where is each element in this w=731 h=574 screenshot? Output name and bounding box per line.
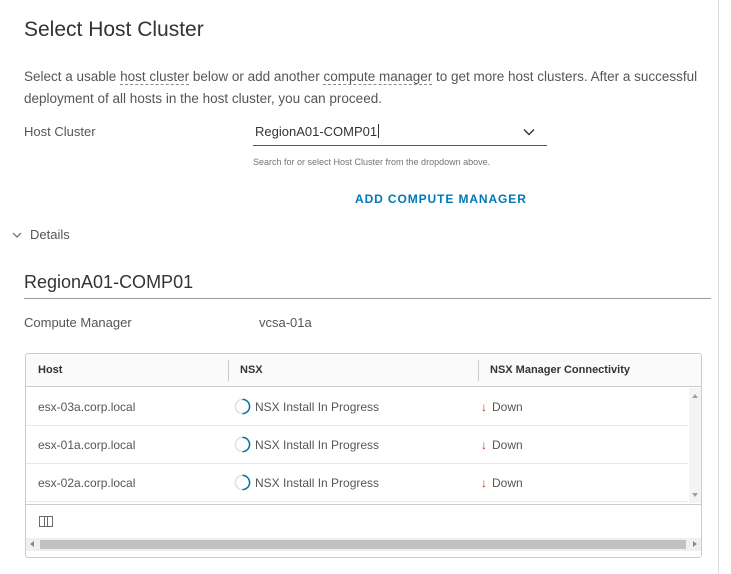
connectivity-text: Down (492, 476, 523, 490)
spinner-icon (234, 474, 251, 491)
cluster-details-title: RegionA01-COMP01 (24, 272, 194, 292)
host-cell: esx-02a.corp.local (38, 476, 136, 490)
column-separator[interactable] (478, 360, 479, 381)
scroll-right-icon[interactable] (693, 541, 697, 547)
column-toggle-icon[interactable] (39, 516, 53, 527)
scroll-up-icon[interactable] (692, 394, 698, 398)
intro-part-2: below or add another (189, 69, 324, 84)
nsx-status-cell: NSX Install In Progress (234, 426, 379, 464)
table-row[interactable]: esx-03a.corp.local NSX Install In Progre… (26, 388, 688, 426)
column-header-host[interactable]: Host (38, 354, 62, 387)
table-row[interactable]: esx-01a.corp.local NSX Install In Progre… (26, 426, 688, 464)
connectivity-cell: ↓ Down (481, 426, 523, 464)
horizontal-scrollbar[interactable] (26, 538, 701, 551)
nsx-status-cell: NSX Install In Progress (234, 464, 379, 502)
vertical-scrollbar[interactable] (689, 388, 701, 503)
spinner-icon (234, 436, 251, 453)
section-divider (24, 298, 711, 299)
chevron-down-icon[interactable] (523, 126, 535, 138)
chevron-down-icon (12, 232, 22, 238)
arrow-down-icon: ↓ (481, 476, 487, 490)
column-header-connectivity[interactable]: NSX Manager Connectivity (490, 354, 630, 387)
scroll-left-icon[interactable] (30, 541, 34, 547)
connectivity-text: Down (492, 438, 523, 452)
host-cluster-value-text: RegionA01-COMP01 (255, 124, 378, 139)
host-cluster-help-link[interactable]: host cluster (120, 69, 190, 85)
arrow-down-icon: ↓ (481, 400, 487, 414)
host-cluster-helper-text: Search for or select Host Cluster from t… (253, 157, 491, 167)
spinner-icon (234, 398, 251, 415)
hosts-datagrid: Host NSX NSX Manager Connectivity esx-03… (25, 353, 702, 558)
connectivity-cell: ↓ Down (481, 388, 523, 426)
nsx-status-text: NSX Install In Progress (255, 438, 380, 452)
intro-text: Select a usable host cluster below or ad… (24, 66, 714, 110)
host-cell: esx-03a.corp.local (38, 400, 136, 414)
connectivity-cell: ↓ Down (481, 464, 523, 502)
host-cluster-label: Host Cluster (24, 124, 96, 139)
host-cluster-select-value[interactable]: RegionA01-COMP01 (255, 124, 380, 139)
column-separator[interactable] (228, 360, 229, 381)
arrow-down-icon: ↓ (481, 438, 487, 452)
text-cursor (378, 124, 380, 138)
nsx-status-text: NSX Install In Progress (255, 476, 380, 490)
compute-manager-value: vcsa-01a (259, 315, 312, 330)
details-toggle-label: Details (30, 227, 70, 242)
page-title: Select Host Cluster (24, 18, 204, 41)
compute-manager-label: Compute Manager (24, 315, 132, 330)
intro-part-1: Select a usable (24, 69, 121, 84)
compute-manager-help-link[interactable]: compute manager (323, 69, 433, 85)
connectivity-text: Down (492, 400, 523, 414)
datagrid-footer (26, 504, 701, 538)
nsx-status-text: NSX Install In Progress (255, 400, 380, 414)
details-toggle[interactable]: Details (12, 227, 70, 242)
table-row[interactable]: esx-02a.corp.local NSX Install In Progre… (26, 464, 688, 502)
scroll-down-icon[interactable] (692, 493, 698, 497)
nsx-status-cell: NSX Install In Progress (234, 388, 379, 426)
scrollbar-thumb[interactable] (40, 540, 686, 549)
host-cell: esx-01a.corp.local (38, 438, 136, 452)
page-right-divider (718, 0, 719, 574)
add-compute-manager-button[interactable]: ADD COMPUTE MANAGER (355, 192, 527, 206)
datagrid-header: Host NSX NSX Manager Connectivity (26, 354, 701, 387)
column-header-nsx[interactable]: NSX (240, 354, 263, 387)
host-cluster-select[interactable]: RegionA01-COMP01 (253, 118, 547, 146)
